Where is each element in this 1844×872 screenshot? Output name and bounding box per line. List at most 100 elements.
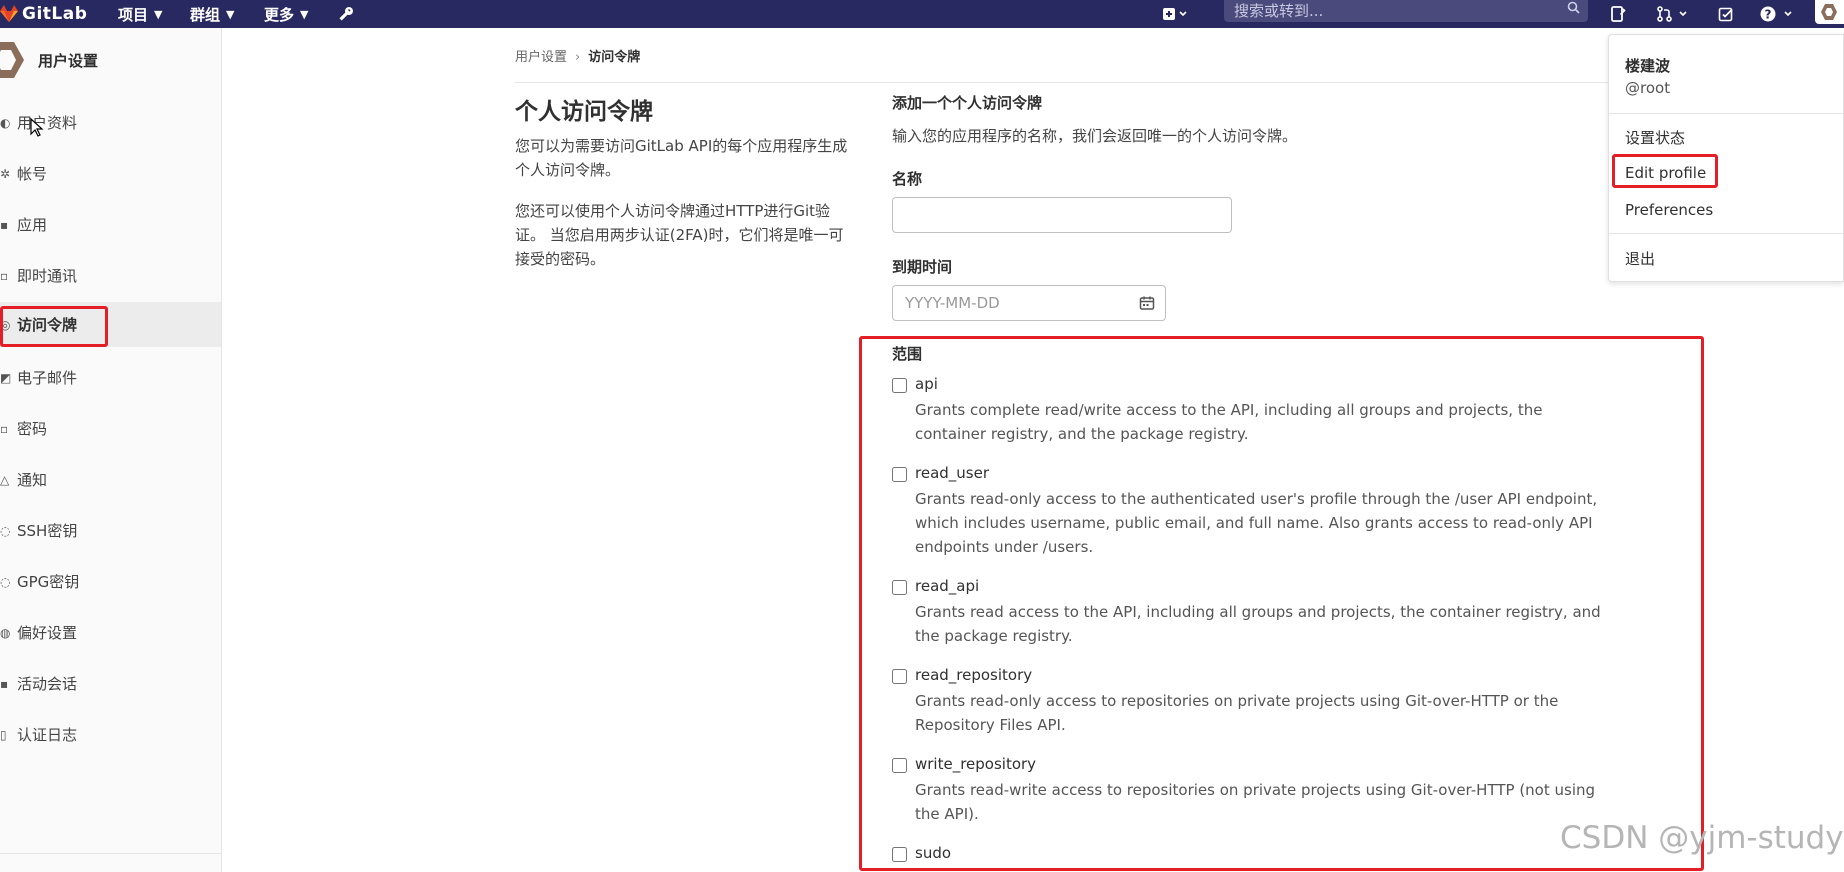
search-input[interactable] [1234, 2, 1554, 20]
key-icon: ◌ [0, 523, 11, 538]
edit-profile-item[interactable]: Edit profile [1625, 164, 1706, 182]
sidebar-item-auth-log[interactable]: ▯ 认证日志 [0, 712, 221, 757]
svg-text:?: ? [1765, 8, 1772, 22]
merge-requests-icon[interactable] [1656, 0, 1690, 28]
preferences-item[interactable]: Preferences [1625, 201, 1713, 219]
scopes-label: 范围 [892, 345, 923, 363]
user-avatar-button[interactable] [1815, 0, 1844, 24]
sidebar-item-label: 应用 [17, 216, 48, 234]
sidebar-item-label: 即时通讯 [17, 267, 78, 285]
form-description: 输入您的应用程序的名称，我们会返回唯一的个人访问令牌。 [892, 127, 1298, 145]
scope-description: Grants complete read/write access to the… [915, 401, 1543, 443]
sidebar-item-gpg-keys[interactable]: ◌ GPG密钥 [0, 559, 221, 604]
nav-groups[interactable]: 群组 ▼ [190, 0, 234, 28]
sidebar-item-account[interactable]: ✲ 帐号 [0, 151, 221, 196]
apps-icon: ▪ [0, 217, 9, 232]
help-icon[interactable]: ? [1760, 0, 1798, 28]
sidebar-item-notifications[interactable]: △ 通知 [0, 457, 221, 502]
breadcrumb-parent-link[interactable]: 用户设置 [515, 50, 567, 65]
scope-read-user-checkbox[interactable] [892, 467, 907, 482]
sidebar-item-label: 用户资料 [17, 114, 78, 132]
sidebar-collapse-bar[interactable] [0, 853, 221, 872]
sidebar-item-label: 密码 [17, 420, 48, 438]
user-dropdown-menu: 楼建波 @root 设置状态 Edit profile Preferences … [1608, 34, 1844, 282]
scope-api-checkbox[interactable] [892, 378, 907, 393]
preferences-icon: ◍ [0, 625, 11, 640]
name-label: 名称 [892, 170, 923, 188]
new-item-plus-icon[interactable] [1162, 0, 1190, 28]
tanuki-icon [0, 5, 18, 22]
sidebar-item-active-sessions[interactable]: ▪ 活动会话 [0, 661, 221, 706]
bell-icon: △ [0, 472, 10, 487]
lock-icon: ▫ [0, 421, 9, 436]
search-box[interactable] [1224, 0, 1588, 22]
user-avatar-logo [0, 42, 24, 78]
admin-wrench-icon[interactable] [338, 0, 354, 28]
sidebar-item-label: 访问令牌 [17, 316, 78, 334]
user-icon: ◐ [0, 115, 11, 130]
page-title: 个人访问令牌 [515, 99, 653, 125]
chat-icon: ▫ [0, 268, 9, 283]
sidebar-item-preferences[interactable]: ◍ 偏好设置 [0, 610, 221, 655]
top-navbar: GitLab 项目▼ 群组▼ 更多▼ ? [0, 0, 1844, 28]
search-icon [1567, 1, 1580, 18]
scope-name[interactable]: read_api [915, 577, 979, 595]
scope-description: Grants read-only access to repositories … [915, 692, 1559, 734]
scope-name[interactable]: api [915, 375, 938, 393]
chevron-down-icon: ▼ [226, 7, 235, 21]
expires-date-field[interactable] [892, 285, 1166, 321]
set-status-item[interactable]: 设置状态 [1625, 127, 1685, 148]
scope-write-repository-checkbox[interactable] [892, 758, 907, 773]
session-icon: ▪ [0, 676, 9, 691]
email-icon: ◩ [0, 370, 12, 385]
form-title: 添加一个个人访问令牌 [892, 94, 1043, 112]
scope-name[interactable]: read_user [915, 464, 989, 482]
scope-name[interactable]: write_repository [915, 755, 1036, 773]
breadcrumb-separator-icon: › [575, 50, 581, 65]
sidebar-item-ssh-keys[interactable]: ◌ SSH密钥 [0, 508, 221, 553]
scope-description: Grants read-only access to the authentic… [915, 490, 1598, 556]
sidebar-item-emails[interactable]: ◩ 电子邮件 [0, 355, 221, 400]
avatar [1821, 4, 1837, 20]
scope-sudo-checkbox[interactable] [892, 847, 907, 862]
gear-icon: ✲ [0, 166, 11, 181]
key-icon: ◌ [0, 574, 11, 589]
token-name-input[interactable] [892, 197, 1232, 233]
scope-name[interactable]: sudo [915, 844, 951, 862]
calendar-icon[interactable] [1139, 295, 1155, 315]
breadcrumb: 用户设置 › 访问令牌 [515, 46, 640, 65]
scope-read-repository-checkbox[interactable] [892, 669, 907, 684]
nav-more[interactable]: 更多 ▼ [264, 0, 308, 28]
gitlab-logo[interactable]: GitLab [0, 0, 87, 28]
sidebar-item-label: SSH密钥 [17, 522, 78, 540]
todos-icon[interactable] [1718, 0, 1734, 28]
issues-icon[interactable] [1610, 0, 1626, 28]
scope-read-api-checkbox[interactable] [892, 580, 907, 595]
mouse-cursor-icon [30, 118, 44, 137]
dropdown-username[interactable]: @root [1625, 79, 1670, 97]
scope-name[interactable]: read_repository [915, 666, 1032, 684]
sidebar-item-label: 活动会话 [17, 675, 78, 693]
sidebar-item-password[interactable]: ▫ 密码 [0, 406, 221, 451]
settings-sidebar: 用户设置 ◐ 用户资料 ✲ 帐号 ▪ 应用 ▫ 即时通讯 ◎ 访问令牌 ◩ 电子… [0, 28, 222, 872]
nav-projects[interactable]: 项目 ▼ [118, 0, 162, 28]
page-description: 您可以为需要访问GitLab API的每个应用程序生成个人访问令牌。 [515, 137, 848, 179]
sign-out-item[interactable]: 退出 [1625, 248, 1655, 269]
expires-label: 到期时间 [892, 258, 953, 276]
expires-date-input[interactable] [905, 286, 1125, 320]
sidebar-item-applications[interactable]: ▪ 应用 [0, 202, 221, 247]
sidebar-item-chat[interactable]: ▫ 即时通讯 [0, 253, 221, 298]
sidebar-item-label: 偏好设置 [17, 624, 78, 642]
sidebar-item-access-tokens[interactable]: ◎ 访问令牌 [0, 302, 221, 347]
dropdown-user-name[interactable]: 楼建波 [1625, 55, 1670, 76]
sidebar-item-label: 电子邮件 [17, 369, 78, 387]
dropdown-divider [1609, 113, 1844, 114]
sidebar-item-label: 认证日志 [17, 726, 78, 744]
brand-name: GitLab [22, 4, 88, 24]
sidebar-title: 用户设置 [38, 52, 99, 70]
breadcrumb-current: 访问令牌 [588, 50, 641, 65]
sidebar-item-label: GPG密钥 [17, 573, 80, 591]
header-divider [515, 82, 1785, 83]
scope-description: Grants read-write access to repositories… [915, 781, 1596, 823]
sidebar-item-label: 通知 [17, 471, 48, 489]
